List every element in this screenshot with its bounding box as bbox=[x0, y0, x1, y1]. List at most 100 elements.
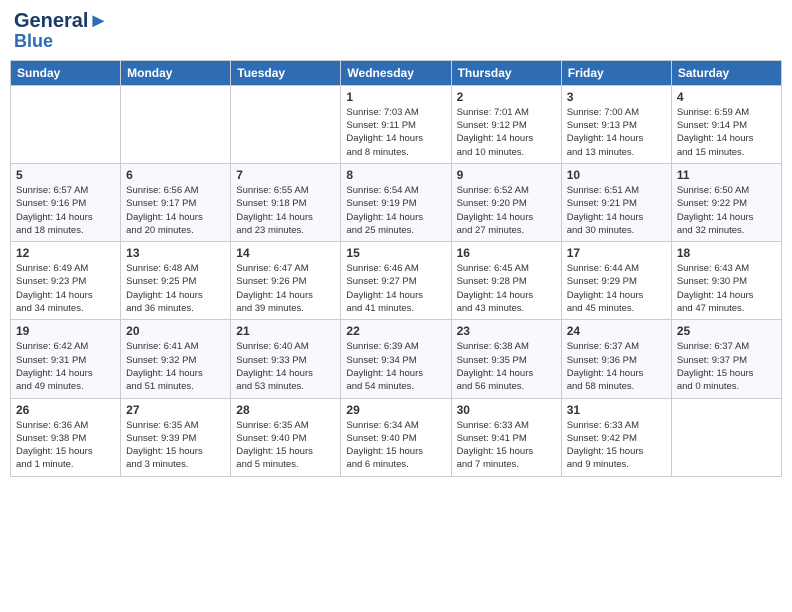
day-cell: 27 Sunrise: 6:35 AM Sunset: 9:39 PM Dayli… bbox=[121, 398, 231, 476]
day-header-monday: Monday bbox=[121, 60, 231, 85]
day-cell: 23 Sunrise: 6:38 AM Sunset: 9:35 PM Dayli… bbox=[451, 320, 561, 398]
day-cell: 19 Sunrise: 6:42 AM Sunset: 9:31 PM Dayli… bbox=[11, 320, 121, 398]
day-cell: 29 Sunrise: 6:34 AM Sunset: 9:40 PM Dayli… bbox=[341, 398, 451, 476]
day-number: 12 bbox=[16, 246, 115, 260]
day-number: 7 bbox=[236, 168, 335, 182]
day-cell: 31Sunrise: 6:33 AM Sunset: 9:42 PM Dayli… bbox=[561, 398, 671, 476]
day-info: Sunrise: 6:36 AM Sunset: 9:38 PM Dayligh… bbox=[16, 419, 115, 472]
day-cell: 11Sunrise: 6:50 AM Sunset: 9:22 PM Dayli… bbox=[671, 163, 781, 241]
day-cell: 25 Sunrise: 6:37 AM Sunset: 9:37 PM Dayli… bbox=[671, 320, 781, 398]
day-cell bbox=[11, 85, 121, 163]
day-number: 4 bbox=[677, 90, 776, 104]
day-number: 31 bbox=[567, 403, 666, 417]
week-row-3: 12 Sunrise: 6:49 AM Sunset: 9:23 PM Dayli… bbox=[11, 242, 782, 320]
day-cell: 2 Sunrise: 7:01 AM Sunset: 9:12 PM Daylig… bbox=[451, 85, 561, 163]
day-number: 15 bbox=[346, 246, 445, 260]
day-info: Sunrise: 6:37 AM Sunset: 9:37 PM Dayligh… bbox=[677, 340, 776, 393]
day-cell: 12 Sunrise: 6:49 AM Sunset: 9:23 PM Dayli… bbox=[11, 242, 121, 320]
day-number: 19 bbox=[16, 324, 115, 338]
day-cell: 17 Sunrise: 6:44 AM Sunset: 9:29 PM Dayli… bbox=[561, 242, 671, 320]
day-number: 8 bbox=[346, 168, 445, 182]
day-cell bbox=[231, 85, 341, 163]
day-cell bbox=[121, 85, 231, 163]
day-info: Sunrise: 6:33 AM Sunset: 9:41 PM Dayligh… bbox=[457, 419, 556, 472]
day-info: Sunrise: 6:42 AM Sunset: 9:31 PM Dayligh… bbox=[16, 340, 115, 393]
logo: General► Blue bbox=[14, 10, 108, 52]
week-row-4: 19 Sunrise: 6:42 AM Sunset: 9:31 PM Dayli… bbox=[11, 320, 782, 398]
day-header-friday: Friday bbox=[561, 60, 671, 85]
day-cell: 5Sunrise: 6:57 AM Sunset: 9:16 PM Daylig… bbox=[11, 163, 121, 241]
day-info: Sunrise: 6:35 AM Sunset: 9:39 PM Dayligh… bbox=[126, 419, 225, 472]
days-header-row: SundayMondayTuesdayWednesdayThursdayFrid… bbox=[11, 60, 782, 85]
day-number: 14 bbox=[236, 246, 335, 260]
day-info: Sunrise: 6:51 AM Sunset: 9:21 PM Dayligh… bbox=[567, 184, 666, 237]
day-number: 22 bbox=[346, 324, 445, 338]
day-cell: 1Sunrise: 7:03 AM Sunset: 9:11 PM Daylig… bbox=[341, 85, 451, 163]
day-cell: 26 Sunrise: 6:36 AM Sunset: 9:38 PM Dayli… bbox=[11, 398, 121, 476]
day-cell: 7 Sunrise: 6:55 AM Sunset: 9:18 PM Daylig… bbox=[231, 163, 341, 241]
day-cell: 10Sunrise: 6:51 AM Sunset: 9:21 PM Dayli… bbox=[561, 163, 671, 241]
day-cell: 4 Sunrise: 6:59 AM Sunset: 9:14 PM Daylig… bbox=[671, 85, 781, 163]
week-row-2: 5Sunrise: 6:57 AM Sunset: 9:16 PM Daylig… bbox=[11, 163, 782, 241]
day-cell: 6 Sunrise: 6:56 AM Sunset: 9:17 PM Daylig… bbox=[121, 163, 231, 241]
page-header: General► Blue bbox=[10, 10, 782, 52]
day-header-thursday: Thursday bbox=[451, 60, 561, 85]
day-info: Sunrise: 6:35 AM Sunset: 9:40 PM Dayligh… bbox=[236, 419, 335, 472]
day-info: Sunrise: 6:50 AM Sunset: 9:22 PM Dayligh… bbox=[677, 184, 776, 237]
day-header-saturday: Saturday bbox=[671, 60, 781, 85]
day-info: Sunrise: 6:34 AM Sunset: 9:40 PM Dayligh… bbox=[346, 419, 445, 472]
day-cell: 30Sunrise: 6:33 AM Sunset: 9:41 PM Dayli… bbox=[451, 398, 561, 476]
week-row-5: 26 Sunrise: 6:36 AM Sunset: 9:38 PM Dayli… bbox=[11, 398, 782, 476]
day-info: Sunrise: 6:38 AM Sunset: 9:35 PM Dayligh… bbox=[457, 340, 556, 393]
day-number: 3 bbox=[567, 90, 666, 104]
day-cell: 24 Sunrise: 6:37 AM Sunset: 9:36 PM Dayli… bbox=[561, 320, 671, 398]
day-info: Sunrise: 7:01 AM Sunset: 9:12 PM Dayligh… bbox=[457, 106, 556, 159]
day-cell: 15 Sunrise: 6:46 AM Sunset: 9:27 PM Dayli… bbox=[341, 242, 451, 320]
day-number: 25 bbox=[677, 324, 776, 338]
day-info: Sunrise: 6:59 AM Sunset: 9:14 PM Dayligh… bbox=[677, 106, 776, 159]
day-cell: 28 Sunrise: 6:35 AM Sunset: 9:40 PM Dayli… bbox=[231, 398, 341, 476]
day-number: 16 bbox=[457, 246, 556, 260]
day-cell: 3Sunrise: 7:00 AM Sunset: 9:13 PM Daylig… bbox=[561, 85, 671, 163]
day-cell: 18 Sunrise: 6:43 AM Sunset: 9:30 PM Dayli… bbox=[671, 242, 781, 320]
day-info: Sunrise: 6:37 AM Sunset: 9:36 PM Dayligh… bbox=[567, 340, 666, 393]
day-info: Sunrise: 6:54 AM Sunset: 9:19 PM Dayligh… bbox=[346, 184, 445, 237]
day-number: 17 bbox=[567, 246, 666, 260]
day-info: Sunrise: 6:45 AM Sunset: 9:28 PM Dayligh… bbox=[457, 262, 556, 315]
day-number: 24 bbox=[567, 324, 666, 338]
day-header-tuesday: Tuesday bbox=[231, 60, 341, 85]
day-info: Sunrise: 6:40 AM Sunset: 9:33 PM Dayligh… bbox=[236, 340, 335, 393]
day-number: 2 bbox=[457, 90, 556, 104]
day-info: Sunrise: 6:44 AM Sunset: 9:29 PM Dayligh… bbox=[567, 262, 666, 315]
day-info: Sunrise: 6:56 AM Sunset: 9:17 PM Dayligh… bbox=[126, 184, 225, 237]
day-cell: 21Sunrise: 6:40 AM Sunset: 9:33 PM Dayli… bbox=[231, 320, 341, 398]
day-info: Sunrise: 6:49 AM Sunset: 9:23 PM Dayligh… bbox=[16, 262, 115, 315]
logo-text: General► Blue bbox=[14, 10, 108, 52]
day-info: Sunrise: 6:46 AM Sunset: 9:27 PM Dayligh… bbox=[346, 262, 445, 315]
day-info: Sunrise: 6:41 AM Sunset: 9:32 PM Dayligh… bbox=[126, 340, 225, 393]
day-number: 27 bbox=[126, 403, 225, 417]
day-info: Sunrise: 6:55 AM Sunset: 9:18 PM Dayligh… bbox=[236, 184, 335, 237]
calendar-table: SundayMondayTuesdayWednesdayThursdayFrid… bbox=[10, 60, 782, 477]
day-number: 13 bbox=[126, 246, 225, 260]
day-cell: 14 Sunrise: 6:47 AM Sunset: 9:26 PM Dayli… bbox=[231, 242, 341, 320]
day-cell: 22 Sunrise: 6:39 AM Sunset: 9:34 PM Dayli… bbox=[341, 320, 451, 398]
day-number: 6 bbox=[126, 168, 225, 182]
day-number: 29 bbox=[346, 403, 445, 417]
day-number: 28 bbox=[236, 403, 335, 417]
day-number: 9 bbox=[457, 168, 556, 182]
day-number: 26 bbox=[16, 403, 115, 417]
day-number: 18 bbox=[677, 246, 776, 260]
day-number: 5 bbox=[16, 168, 115, 182]
day-info: Sunrise: 6:39 AM Sunset: 9:34 PM Dayligh… bbox=[346, 340, 445, 393]
day-header-sunday: Sunday bbox=[11, 60, 121, 85]
day-info: Sunrise: 7:03 AM Sunset: 9:11 PM Dayligh… bbox=[346, 106, 445, 159]
day-cell bbox=[671, 398, 781, 476]
day-number: 23 bbox=[457, 324, 556, 338]
day-info: Sunrise: 6:47 AM Sunset: 9:26 PM Dayligh… bbox=[236, 262, 335, 315]
day-info: Sunrise: 6:43 AM Sunset: 9:30 PM Dayligh… bbox=[677, 262, 776, 315]
day-cell: 20Sunrise: 6:41 AM Sunset: 9:32 PM Dayli… bbox=[121, 320, 231, 398]
day-cell: 16 Sunrise: 6:45 AM Sunset: 9:28 PM Dayli… bbox=[451, 242, 561, 320]
day-cell: 9Sunrise: 6:52 AM Sunset: 9:20 PM Daylig… bbox=[451, 163, 561, 241]
week-row-1: 1Sunrise: 7:03 AM Sunset: 9:11 PM Daylig… bbox=[11, 85, 782, 163]
